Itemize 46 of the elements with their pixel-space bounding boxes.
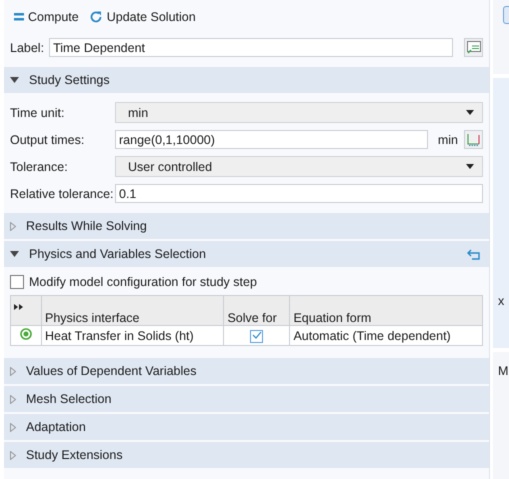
label-button[interactable] [464, 38, 483, 57]
section-header[interactable]: Results While Solving [4, 213, 489, 239]
checkbox[interactable] [250, 330, 264, 343]
reset-icon[interactable] [467, 248, 481, 260]
expand-arrow-icon[interactable] [10, 222, 16, 230]
equals-icon [14, 13, 24, 21]
table-cell: Heat Transfer in Solids (ht) [42, 326, 224, 346]
collapse-arrow-icon[interactable] [10, 251, 19, 257]
toolbar-button[interactable]: Update Solution [88, 10, 196, 24]
double-arrow-icon[interactable] [14, 304, 23, 310]
field-label: Tolerance: [10, 160, 69, 174]
column-header: Physics interface [42, 296, 224, 326]
expand-arrow-icon[interactable] [10, 366, 16, 376]
expand-arrow-icon[interactable] [10, 422, 16, 432]
toolbar-button[interactable]: Compute [14, 10, 79, 24]
checkbox-label: Modify model configuration for study step [29, 275, 257, 289]
checkbox[interactable] [10, 275, 24, 289]
refresh-icon [88, 10, 103, 24]
section-header[interactable]: Physics and Variables Selection [4, 241, 489, 267]
section-header[interactable]: Study Settings [4, 67, 489, 93]
expand-arrow-icon[interactable] [10, 394, 16, 404]
input-field[interactable]: Time Dependent [49, 38, 453, 57]
collapse-arrow-icon[interactable] [10, 77, 19, 83]
table-cell: Automatic (Time dependent) [290, 326, 482, 346]
field-label: Label: [10, 40, 44, 54]
range-button[interactable] [464, 130, 483, 149]
field-label: Output times: [10, 132, 86, 146]
section-header[interactable]: Mesh Selection [4, 386, 489, 412]
side-text: M [498, 364, 508, 378]
section-header[interactable]: Values of Dependent Variables [4, 358, 489, 384]
side-text: x [498, 294, 504, 308]
expand-arrow-icon[interactable] [10, 450, 16, 460]
dropdown[interactable]: min [115, 102, 483, 123]
input-field[interactable]: range(0,1,10000) [115, 130, 428, 149]
dropdown-arrow-icon[interactable] [466, 164, 474, 169]
section-header[interactable]: Adaptation [4, 414, 489, 440]
field-label: Relative tolerance: [10, 186, 115, 200]
radio-circle-icon [20, 328, 32, 340]
column-header: Solve for [224, 296, 290, 326]
field-label: Time unit: [10, 106, 66, 120]
unit-label: min [438, 132, 458, 146]
input-field[interactable]: 0.1 [115, 184, 483, 203]
dropdown-arrow-icon[interactable] [466, 110, 474, 115]
section-header[interactable]: Study Extensions [4, 442, 489, 468]
column-header: Equation form [290, 296, 482, 326]
dropdown[interactable]: User controlled [115, 156, 483, 177]
